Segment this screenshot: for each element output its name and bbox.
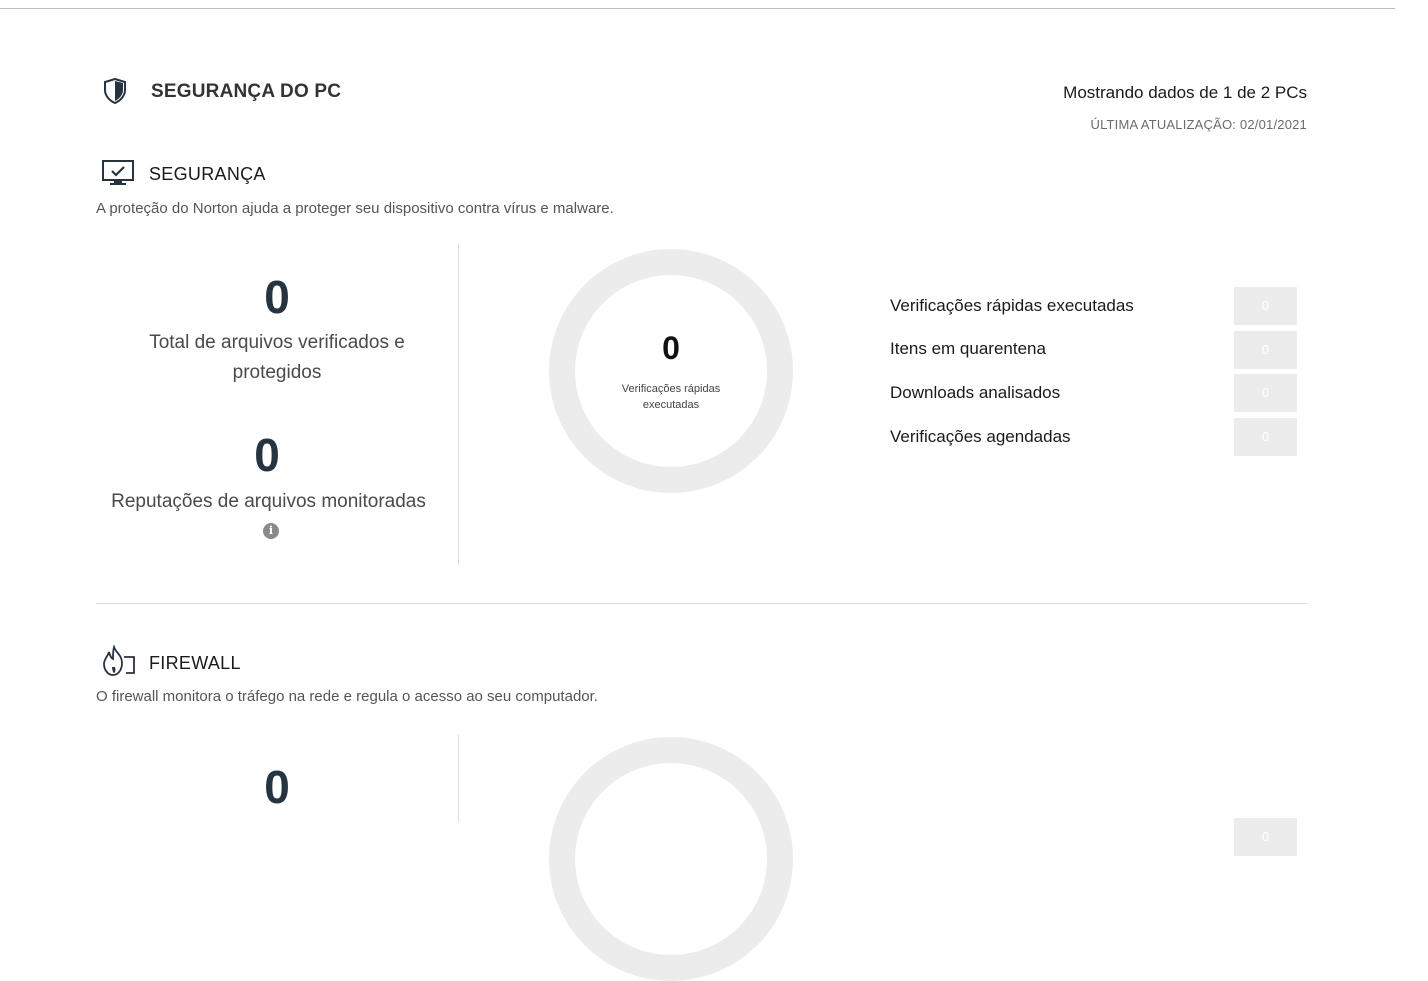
ring-label-line2: executadas: [642, 399, 700, 411]
monitor-check-icon: [102, 160, 134, 185]
files-scanned-label-line2: protegidos: [232, 362, 322, 383]
files-scanned-label-line1: Total de arquivos verificados e: [149, 332, 405, 353]
security-section-title: SEGURANÇA: [149, 164, 266, 184]
files-scanned-count: 0: [264, 271, 290, 323]
firewall-vertical-divider: [458, 735, 459, 822]
metric-value-quarantine: 0: [1234, 331, 1297, 369]
page-title: SEGURANÇA DO PC: [151, 81, 342, 102]
top-divider: [0, 8, 1395, 9]
metric-value-quick-scans: 0: [1234, 287, 1297, 325]
firewall-section-description: O firewall monitora o tráfego na rede e …: [96, 688, 598, 705]
metric-label-scheduled: Verificações agendadas: [890, 427, 1071, 446]
quick-scans-ring: [549, 249, 793, 493]
firewall-ring: [549, 737, 793, 981]
security-vertical-divider: [458, 244, 459, 565]
ring-value: 0: [662, 330, 680, 366]
info-icon[interactable]: i: [263, 523, 279, 539]
metric-label-quarantine: Itens em quarentena: [890, 339, 1046, 358]
section-divider: [96, 603, 1307, 604]
pc-count-text: Mostrando dados de 1 de 2 PCs: [1063, 83, 1307, 102]
firewall-flame-icon: [103, 645, 135, 676]
metric-value-scheduled: 0: [1234, 418, 1297, 456]
firewall-count: 0: [264, 761, 290, 813]
metric-label-quick-scans: Verificações rápidas executadas: [890, 296, 1134, 315]
firewall-metric-value: 0: [1234, 818, 1297, 856]
reputations-count: 0: [254, 429, 280, 481]
ring-label-line1: Verificações rápidas: [621, 383, 721, 395]
security-section-description: A proteção do Norton ajuda a proteger se…: [96, 200, 614, 217]
shield-icon: [104, 78, 126, 104]
metric-label-downloads: Downloads analisados: [890, 383, 1061, 402]
reputations-label: Reputações de arquivos monitoradas: [111, 491, 426, 512]
metric-value-downloads: 0: [1234, 374, 1297, 412]
firewall-section-title: FIREWALL: [149, 653, 241, 673]
ring-label: Verificações rápidas executadas: [591, 381, 751, 413]
last-update-text: ÚLTIMA ATUALIZAÇÃO: 02/01/2021: [1090, 117, 1307, 132]
files-scanned-label: Total de arquivos verificados e protegid…: [110, 328, 444, 388]
